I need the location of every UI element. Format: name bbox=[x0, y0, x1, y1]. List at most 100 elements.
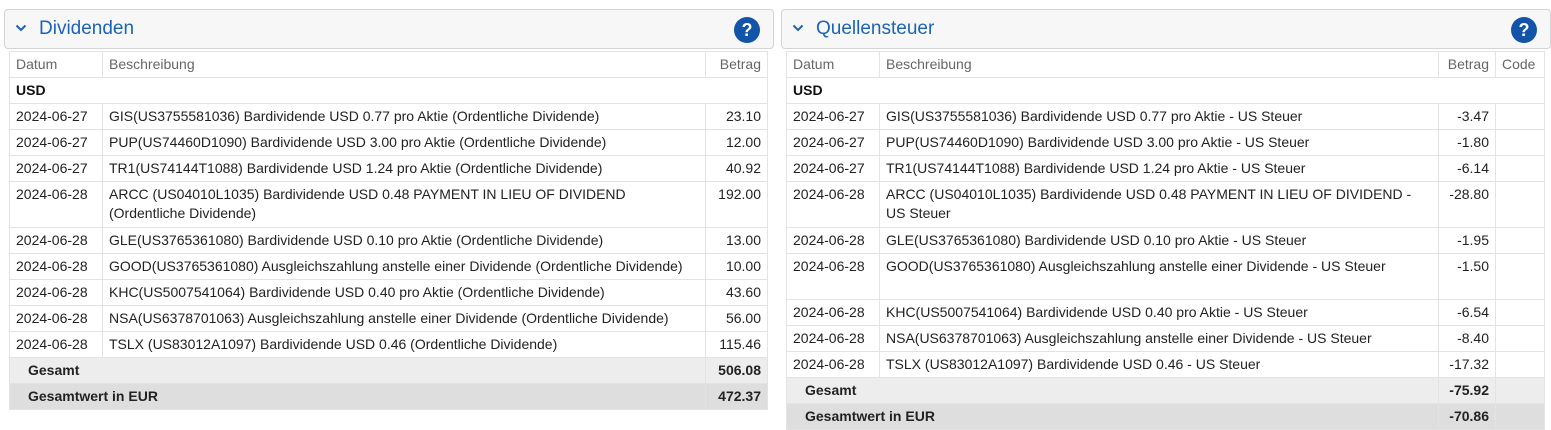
total-row-amount: 506.08 bbox=[705, 357, 768, 384]
row-amount: 23.10 bbox=[705, 103, 768, 130]
row-description: KHC(US5007541064) Bardividende USD 0.40 … bbox=[879, 299, 1439, 326]
row-code bbox=[1495, 181, 1545, 228]
row-amount: 115.46 bbox=[705, 331, 768, 358]
row-date: 2024-06-27 bbox=[9, 103, 103, 130]
row-date: 2024-06-27 bbox=[786, 103, 880, 130]
row-amount: -3.47 bbox=[1438, 103, 1496, 130]
table-row: 2024-06-28 ARCC (US04010L1035) Bardividen… bbox=[786, 181, 1545, 228]
row-description: TSLX (US83012A1097) Bardividende USD 0.4… bbox=[102, 331, 706, 358]
row-amount: -8.40 bbox=[1438, 325, 1496, 352]
row-amount: -17.32 bbox=[1438, 351, 1496, 378]
row-date: 2024-06-28 bbox=[786, 299, 880, 326]
help-icon[interactable]: ? bbox=[734, 17, 760, 43]
row-date: 2024-06-28 bbox=[9, 227, 103, 254]
total-eur-row: Gesamtwert in EUR 472.37 bbox=[9, 383, 768, 410]
table-row: 2024-06-28 GLE(US3765361080) Bardividende… bbox=[9, 227, 768, 254]
row-code bbox=[1495, 325, 1545, 352]
row-description: GIS(US3755581036) Bardividende USD 0.77 … bbox=[879, 103, 1439, 130]
row-code bbox=[1495, 103, 1545, 130]
row-code bbox=[1495, 351, 1545, 378]
row-date: 2024-06-28 bbox=[786, 227, 880, 254]
row-amount: 13.00 bbox=[705, 227, 768, 254]
column-header-betrag[interactable]: Betrag bbox=[1438, 51, 1496, 78]
row-description: GOOD(US3765361080) Ausgleichszahlung ans… bbox=[879, 253, 1439, 300]
row-description: GLE(US3765361080) Bardividende USD 0.10 … bbox=[102, 227, 706, 254]
row-description: NSA(US6378701063) Ausgleichszahlung anst… bbox=[102, 305, 706, 332]
table-row: 2024-06-28 NSA(US6378701063) Ausgleichsza… bbox=[9, 305, 768, 332]
row-date: 2024-06-27 bbox=[786, 155, 880, 182]
row-amount: 43.60 bbox=[705, 279, 768, 306]
row-amount: -1.50 bbox=[1438, 253, 1496, 300]
row-amount: -1.95 bbox=[1438, 227, 1496, 254]
dividenden-table: Datum Beschreibung Betrag USD 2024-06-27… bbox=[9, 51, 768, 410]
quellensteuer-table: Datum Beschreibung Betrag Code USD 2024-… bbox=[786, 51, 1545, 430]
column-header-datum[interactable]: Datum bbox=[9, 51, 103, 78]
table-row: 2024-06-27 GIS(US3755581036) Bardividende… bbox=[786, 103, 1545, 130]
chevron-down-icon[interactable] bbox=[792, 22, 804, 34]
dividenden-panel: Dividenden ? Datum Beschreibung Betrag U… bbox=[4, 9, 774, 410]
table-row: 2024-06-28 TSLX (US83012A1097) Bardividen… bbox=[786, 351, 1545, 378]
currency-group: USD bbox=[786, 77, 1545, 104]
row-date: 2024-06-28 bbox=[9, 253, 103, 280]
total-eur-row-code bbox=[1495, 403, 1545, 430]
row-description: GOOD(US3765361080) Ausgleichszahlung ans… bbox=[102, 253, 706, 280]
row-amount: 56.00 bbox=[705, 305, 768, 332]
row-code bbox=[1495, 155, 1545, 182]
row-code bbox=[1495, 253, 1545, 300]
table-row: 2024-06-28 GOOD(US3765361080) Ausgleichsz… bbox=[786, 253, 1545, 300]
row-date: 2024-06-28 bbox=[786, 181, 880, 228]
row-description: TR1(US74144T1088) Bardividende USD 1.24 … bbox=[879, 155, 1439, 182]
row-date: 2024-06-27 bbox=[786, 129, 880, 156]
row-description: TSLX (US83012A1097) Bardividende USD 0.4… bbox=[879, 351, 1439, 378]
row-amount: -1.80 bbox=[1438, 129, 1496, 156]
table-row: 2024-06-28 GLE(US3765361080) Bardividende… bbox=[786, 227, 1545, 254]
row-description: NSA(US6378701063) Ausgleichszahlung anst… bbox=[879, 325, 1439, 352]
row-date: 2024-06-28 bbox=[786, 253, 880, 300]
row-amount: -6.54 bbox=[1438, 299, 1496, 326]
row-amount: -28.80 bbox=[1438, 181, 1496, 228]
table-row: 2024-06-27 TR1(US74144T1088) Bardividende… bbox=[786, 155, 1545, 182]
column-header-code[interactable]: Code bbox=[1495, 51, 1545, 78]
quellensteuer-title: Quellensteuer bbox=[816, 18, 935, 39]
column-header-beschreibung[interactable]: Beschreibung bbox=[879, 51, 1439, 78]
row-description: ARCC (US04010L1035) Bardividende USD 0.4… bbox=[102, 181, 706, 228]
row-description: PUP(US74460D1090) Bardividende USD 3.00 … bbox=[102, 129, 706, 156]
help-icon[interactable]: ? bbox=[1511, 17, 1537, 43]
total-row: Gesamt 506.08 bbox=[9, 357, 768, 384]
total-eur-row-amount: -70.86 bbox=[1438, 403, 1496, 430]
row-description: KHC(US5007541064) Bardividende USD 0.40 … bbox=[102, 279, 706, 306]
total-row-amount: -75.92 bbox=[1438, 377, 1496, 404]
table-row: 2024-06-28 NSA(US6378701063) Ausgleichsza… bbox=[786, 325, 1545, 352]
total-eur-row: Gesamtwert in EUR -70.86 bbox=[786, 403, 1545, 430]
total-eur-row-label: Gesamtwert in EUR bbox=[786, 403, 1439, 430]
currency-group: USD bbox=[9, 77, 768, 104]
chevron-down-icon[interactable] bbox=[15, 22, 27, 34]
row-code bbox=[1495, 299, 1545, 326]
quellensteuer-header[interactable]: Quellensteuer ? bbox=[781, 9, 1551, 49]
table-row: 2024-06-27 GIS(US3755581036) Bardividende… bbox=[9, 103, 768, 130]
total-row: Gesamt -75.92 bbox=[786, 377, 1545, 404]
total-row-label: Gesamt bbox=[9, 357, 706, 384]
table-row: 2024-06-27 TR1(US74144T1088) Bardividende… bbox=[9, 155, 768, 182]
row-date: 2024-06-28 bbox=[9, 305, 103, 332]
row-date: 2024-06-28 bbox=[786, 351, 880, 378]
dividenden-title: Dividenden bbox=[39, 18, 135, 39]
row-date: 2024-06-27 bbox=[9, 129, 103, 156]
row-date: 2024-06-28 bbox=[786, 325, 880, 352]
total-row-code bbox=[1495, 377, 1545, 404]
table-row: 2024-06-28 KHC(US5007541064) Bardividende… bbox=[786, 299, 1545, 326]
column-header-betrag[interactable]: Betrag bbox=[705, 51, 768, 78]
column-header-datum[interactable]: Datum bbox=[786, 51, 880, 78]
row-amount: 192.00 bbox=[705, 181, 768, 228]
row-date: 2024-06-28 bbox=[9, 331, 103, 358]
row-date: 2024-06-28 bbox=[9, 181, 103, 228]
total-eur-row-amount: 472.37 bbox=[705, 383, 768, 410]
table-row: 2024-06-28 GOOD(US3765361080) Ausgleichsz… bbox=[9, 253, 768, 280]
row-code bbox=[1495, 129, 1545, 156]
table-row: 2024-06-28 TSLX (US83012A1097) Bardividen… bbox=[9, 331, 768, 358]
dividenden-header[interactable]: Dividenden ? bbox=[4, 9, 774, 49]
column-header-beschreibung[interactable]: Beschreibung bbox=[102, 51, 706, 78]
table-row: 2024-06-27 PUP(US74460D1090) Bardividende… bbox=[9, 129, 768, 156]
row-amount: 40.92 bbox=[705, 155, 768, 182]
row-description: GIS(US3755581036) Bardividende USD 0.77 … bbox=[102, 103, 706, 130]
